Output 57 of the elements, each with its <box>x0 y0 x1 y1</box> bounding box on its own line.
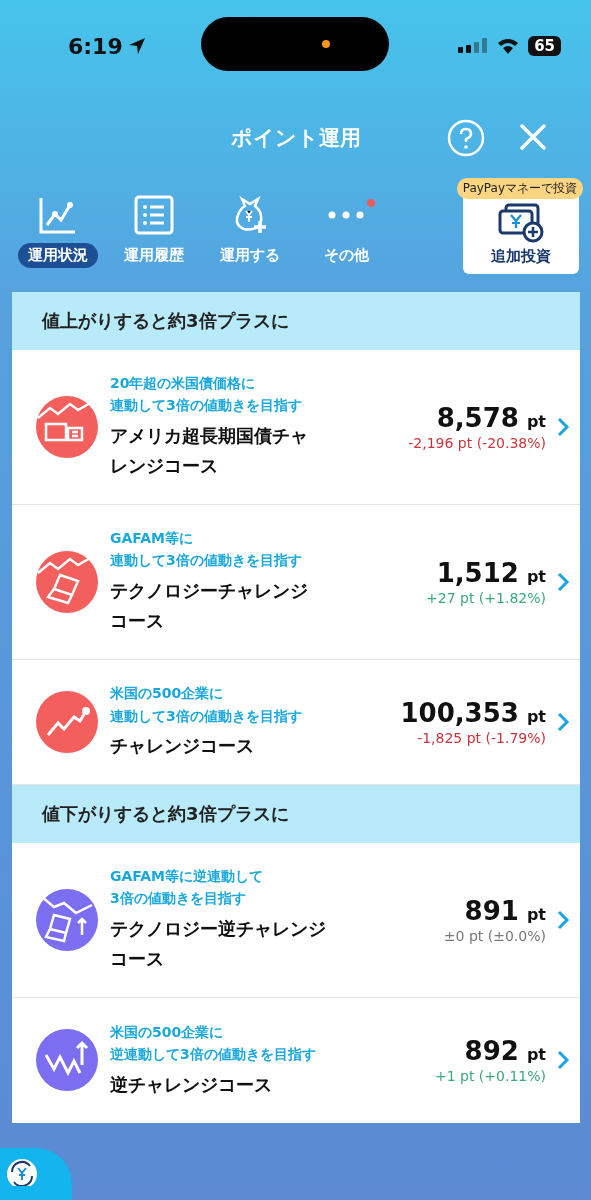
course-name: テクノロジー逆チャレンジ <box>110 916 326 941</box>
yen-exchange-icon <box>4 1156 40 1186</box>
course-description: 米国の500企業に <box>110 1022 224 1042</box>
course-name: テクノロジーチャレンジ <box>110 578 308 603</box>
point-change: ±0 pt (±0.0%) <box>443 927 546 944</box>
point-unit: pt <box>526 1045 546 1065</box>
close-icon[interactable] <box>519 123 547 151</box>
point-change: -2,196 pt (-20.38%) <box>408 435 546 451</box>
page-title: ポイント運用 <box>230 125 361 152</box>
more-icon <box>326 210 366 220</box>
point-unit: pt <box>526 412 546 431</box>
point-unit: pt <box>526 566 546 586</box>
tab[interactable]: 運用履歴 <box>114 243 194 268</box>
course-name: コース <box>110 609 164 634</box>
course-name: 逆チャレンジコース <box>110 1072 272 1097</box>
course-description: GAFAM等に逆連動して <box>110 866 264 886</box>
course-description: 20年超の米国債価格に <box>110 374 256 393</box>
point-unit: pt <box>526 904 546 924</box>
point-balance: 891 <box>464 895 519 926</box>
chevron-right-icon[interactable] <box>556 570 570 593</box>
point-unit: pt <box>526 706 546 726</box>
point-balance: 100,353 <box>400 697 519 728</box>
course-description: 米国の500企業に <box>110 684 224 704</box>
help-icon[interactable] <box>447 119 485 157</box>
course-description: 3倍の値動きを目指す <box>110 889 246 909</box>
chevron-right-icon[interactable] <box>556 710 570 733</box>
point-balance: 8,578 <box>436 403 519 433</box>
line-chart-icon <box>38 195 78 235</box>
point-balance: 1,512 <box>436 557 519 588</box>
course-name: チャレンジコース <box>110 734 254 759</box>
course-description: GAFAM等に <box>110 528 194 548</box>
course-description: 連動して3倍の値動きを目指す <box>110 706 302 726</box>
course-description: 連動して3倍の値動きを目指す <box>110 396 302 416</box>
course-name: コース <box>110 947 164 972</box>
point-change: -1,825 pt (-1.79%) <box>417 729 546 746</box>
tab[interactable]: 運用する <box>210 243 290 268</box>
course-description: 連動して3倍の値動きを目指す <box>110 551 302 571</box>
wifi-icon <box>496 37 521 55</box>
chevron-right-icon[interactable] <box>556 1049 570 1072</box>
course-name: アメリカ超長期国債チャ <box>110 423 308 448</box>
list-icon <box>134 195 174 235</box>
chevron-right-icon[interactable] <box>556 416 570 438</box>
point-change: +1 pt (+0.11%) <box>434 1068 546 1085</box>
tab[interactable]: その他 <box>313 243 379 268</box>
point-change: +27 pt (+1.82%) <box>426 589 546 606</box>
promo-badge: PayPayマネーで投資 <box>456 178 583 199</box>
yen-bill-plus-icon <box>498 203 544 243</box>
course-name: レンジコース <box>110 454 218 479</box>
section-header: 値上がりすると約3倍プラスに <box>12 292 580 350</box>
status-time: 6:19 <box>68 33 123 59</box>
point-balance: 892 <box>464 1036 519 1067</box>
chevron-right-icon[interactable] <box>556 908 570 931</box>
tab[interactable]: 運用状況 <box>18 243 98 268</box>
section-header: 値下がりすると約3倍プラスに <box>12 784 580 843</box>
battery-level: 65 <box>528 36 561 56</box>
signal-icon <box>458 37 489 55</box>
course-description: 逆連動して3倍の値動きを目指す <box>110 1045 316 1065</box>
